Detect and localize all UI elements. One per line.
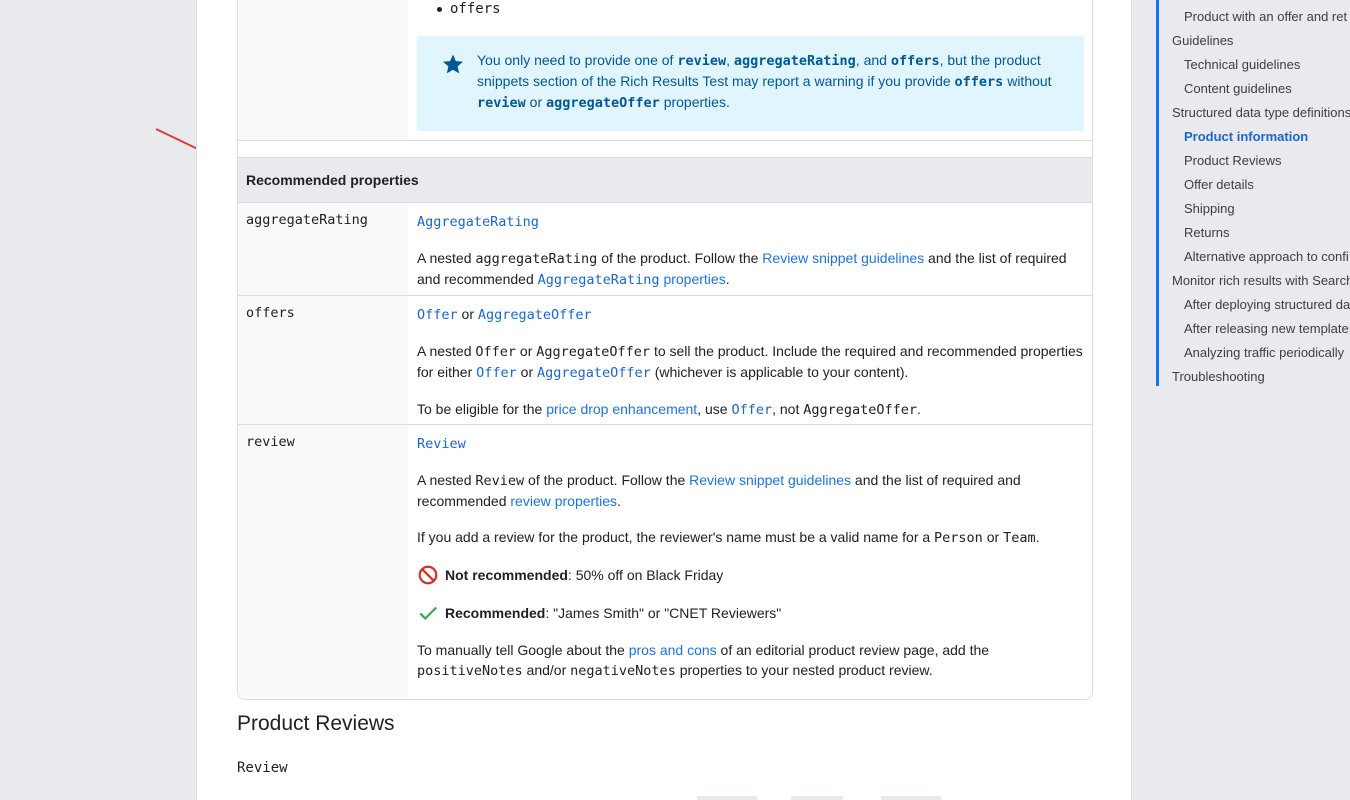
section-heading-product-reviews: Product Reviews: [237, 712, 395, 735]
article-content: offers You only need to provide one of r…: [196, 0, 1132, 800]
table-of-contents: Product with an offer and ret Guidelines T…: [1156, 0, 1350, 800]
toc-item[interactable]: Monitor rich results with Search: [1172, 271, 1350, 291]
recommended-properties-header: Recommended properties: [238, 157, 1092, 202]
review-snippet-guidelines-link[interactable]: Review snippet guidelines: [762, 250, 924, 266]
property-name: aggregateRating: [246, 212, 368, 228]
offers-bullet: offers: [450, 1, 501, 17]
note-code: review: [477, 95, 526, 111]
prohibited-icon: [418, 565, 438, 585]
toc-item[interactable]: Alternative approach to confi: [1184, 247, 1349, 267]
note-code: offers: [890, 53, 940, 69]
toc-item[interactable]: Returns: [1184, 223, 1230, 243]
table-row-offers: offers Offer or AggregateOffer A nested …: [238, 295, 1092, 424]
toc-item[interactable]: Structured data type definitions: [1172, 103, 1350, 123]
toc-active-bar: [1156, 0, 1159, 386]
offer-link[interactable]: Offer: [731, 402, 772, 418]
toc-item[interactable]: After deploying structured da: [1184, 295, 1350, 315]
review-type-link[interactable]: Review: [417, 436, 466, 452]
price-drop-enhancement-link[interactable]: price drop enhancement: [546, 401, 697, 417]
review-snippet-guidelines-link[interactable]: Review snippet guidelines: [689, 472, 851, 488]
table-spacer: [238, 140, 1092, 157]
note-code: offers: [954, 74, 1004, 90]
inline-code: aggregateRating: [475, 251, 598, 267]
table-row-review: review Review A nested Review of the pro…: [238, 424, 1092, 699]
property-name: offers: [246, 305, 295, 321]
toc-item[interactable]: Analyzing traffic periodically: [1184, 343, 1344, 363]
aggregate-rating-properties-link[interactable]: AggregateRating properties: [538, 271, 726, 288]
aggregate-offer-type-link[interactable]: AggregateOffer: [478, 307, 592, 323]
list-item: offers: [417, 0, 1084, 19]
pros-and-cons-link[interactable]: pros and cons: [629, 642, 717, 658]
toc-item[interactable]: After releasing new template: [1184, 319, 1349, 339]
properties-table: offers You only need to provide one of r…: [237, 0, 1093, 700]
table-key-cell: [238, 0, 408, 140]
toc-item[interactable]: Guidelines: [1172, 31, 1233, 51]
info-note: You only need to provide one of review, …: [417, 36, 1084, 131]
property-name: review: [246, 434, 295, 450]
review-code-label: Review: [237, 760, 288, 776]
review-properties-link[interactable]: review properties: [510, 493, 617, 509]
note-code: aggregateOffer: [546, 95, 660, 111]
recommended-example: Recommended: "James Smith" or "CNET Revi…: [417, 602, 1084, 624]
aggregate-rating-type-link[interactable]: AggregateRating: [417, 214, 539, 230]
table-row-required-continued: offers You only need to provide one of r…: [238, 0, 1092, 140]
star-icon: [443, 54, 463, 74]
offer-link[interactable]: Offer: [476, 365, 517, 381]
toc-item[interactable]: Shipping: [1184, 199, 1235, 219]
partial-element: [881, 796, 941, 800]
toc-item[interactable]: Troubleshooting: [1172, 367, 1265, 387]
toc-item[interactable]: Offer details: [1184, 175, 1254, 195]
not-recommended-example: Not recommended: 50% off on Black Friday: [417, 564, 1084, 586]
note-code: aggregateRating: [733, 53, 856, 69]
toc-item[interactable]: Product with an offer and ret: [1184, 7, 1347, 27]
partial-element: [697, 796, 757, 800]
toc-item[interactable]: Product Reviews: [1184, 151, 1282, 171]
partial-element: [791, 796, 843, 800]
note-text: You only need to provide one of: [477, 52, 678, 68]
toc-item[interactable]: Product information: [1184, 127, 1308, 147]
aggregate-offer-link[interactable]: AggregateOffer: [537, 365, 651, 381]
table-row-aggregate-rating: aggregateRating AggregateRating A nested…: [238, 202, 1092, 295]
offer-type-link[interactable]: Offer: [417, 307, 458, 323]
note-code: review: [677, 53, 727, 69]
checkmark-icon: [419, 606, 438, 621]
toc-item[interactable]: Content guidelines: [1184, 79, 1292, 99]
toc-item[interactable]: Technical guidelines: [1184, 55, 1300, 75]
